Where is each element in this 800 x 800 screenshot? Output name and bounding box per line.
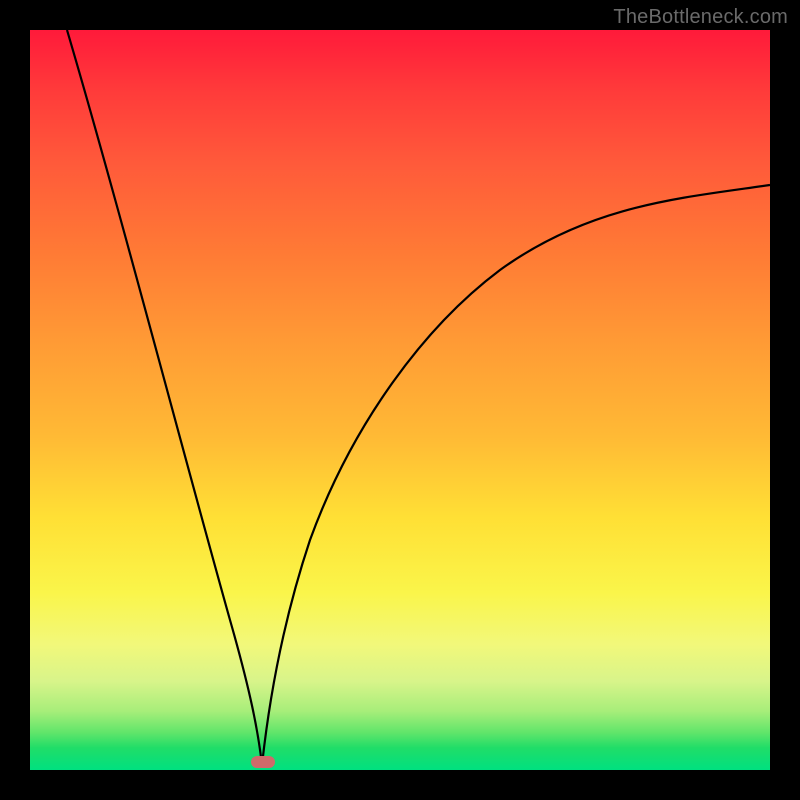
vertex-marker bbox=[251, 756, 275, 768]
chart-frame: TheBottleneck.com bbox=[0, 0, 800, 800]
curve-right-branch bbox=[262, 185, 770, 765]
plot-area bbox=[30, 30, 770, 770]
curve-left-branch bbox=[67, 30, 262, 765]
curve-svg bbox=[30, 30, 770, 770]
watermark-text: TheBottleneck.com bbox=[613, 6, 788, 29]
